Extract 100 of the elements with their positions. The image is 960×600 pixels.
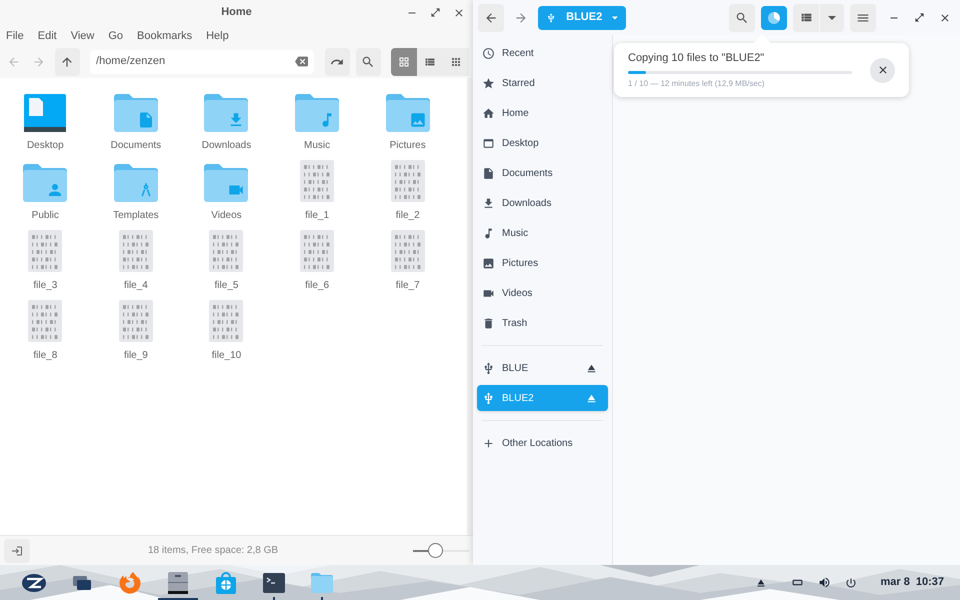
up-arrow-icon (60, 54, 74, 68)
view-mode-button[interactable] (443, 48, 470, 76)
item-label[interactable]: file_6 (305, 278, 330, 293)
zoom-slider[interactable] (413, 542, 469, 558)
search-button[interactable] (356, 48, 382, 76)
clear-icon[interactable] (294, 55, 308, 68)
item-label[interactable]: file_7 (396, 278, 420, 293)
sidebar-item[interactable]: Starred (477, 70, 608, 96)
back-icon (484, 10, 498, 24)
file-cabinet-icon (167, 572, 189, 594)
sidebar-item[interactable]: Home (477, 100, 608, 126)
browser-icon (119, 572, 141, 594)
desktop-folder-icon (23, 94, 68, 132)
compact-grid-icon (450, 56, 462, 68)
sidebar-item[interactable]: Downloads (477, 190, 608, 216)
usb-icon (546, 10, 556, 24)
image-icon (482, 256, 495, 270)
volume-icon[interactable] (818, 576, 830, 589)
sidebar-item[interactable]: Music (477, 220, 608, 246)
view-mode-button[interactable] (391, 48, 418, 76)
view-mode-button[interactable] (417, 48, 444, 76)
sidebar-item[interactable]: Videos (477, 280, 608, 306)
folder-icon (386, 94, 430, 132)
item-label[interactable]: Pictures (390, 138, 426, 153)
item-label[interactable]: Desktop (26, 138, 64, 153)
logo-icon (22, 574, 46, 592)
menu-item[interactable]: Edit (38, 28, 57, 44)
sidebar-item[interactable]: Trash (477, 310, 608, 336)
folder-icon (295, 94, 340, 132)
binary-file-icon (209, 230, 244, 272)
item-label[interactable]: Templates (113, 208, 159, 223)
folder-icon (204, 164, 248, 202)
menu-item[interactable]: View (70, 28, 94, 44)
item-label[interactable]: file_9 (124, 348, 148, 363)
document-icon (482, 166, 495, 180)
sidebar-item[interactable]: Recent (477, 40, 608, 66)
list-icon (800, 11, 812, 24)
sidebar-toggle-button[interactable] (4, 538, 30, 562)
sidebar-item[interactable]: Pictures (477, 250, 608, 276)
item-label[interactable]: Downloads (202, 138, 252, 153)
grid-icon (398, 56, 410, 68)
desktop-icon (482, 136, 495, 150)
power-icon[interactable] (844, 576, 856, 588)
home-icon (482, 106, 495, 120)
item-label[interactable]: Music (304, 138, 330, 153)
plus-icon (482, 436, 495, 450)
binary-file-icon (209, 300, 244, 342)
menu-item[interactable]: File (6, 28, 24, 44)
maximize-icon[interactable] (430, 6, 441, 18)
folder-icon (311, 572, 333, 592)
item-label[interactable]: file_10 (212, 348, 242, 363)
search-icon (735, 10, 749, 24)
item-label[interactable]: Documents (110, 138, 162, 153)
close-icon[interactable] (939, 12, 951, 24)
maximize-icon[interactable] (914, 12, 925, 22)
sidebar-item[interactable]: Documents (477, 160, 608, 186)
menu-item[interactable]: Help (206, 28, 229, 44)
item-label[interactable]: file_5 (214, 278, 238, 293)
sidebar-icon (11, 544, 23, 556)
view-button[interactable] (793, 4, 819, 32)
cancel-button[interactable] (870, 58, 895, 82)
path-field[interactable]: /home/zenzen (90, 50, 314, 74)
item-label[interactable]: file_2 (396, 208, 420, 223)
binary-file-icon (28, 300, 62, 342)
terminal-icon (263, 572, 285, 592)
view-options-button[interactable] (820, 4, 844, 32)
item-label[interactable]: file_8 (33, 348, 58, 363)
sidebar-item[interactable]: Other Locations (477, 430, 608, 456)
up-button[interactable] (54, 48, 80, 76)
clock[interactable]: mar 8 10:37 (880, 574, 944, 591)
item-label[interactable]: file_4 (124, 278, 148, 293)
binary-file-icon (118, 230, 153, 272)
toggle-button[interactable] (324, 48, 350, 76)
item-label[interactable]: Videos (211, 208, 242, 223)
caret-icon (828, 16, 836, 20)
usb-icon (482, 362, 495, 374)
clock-icon (482, 46, 495, 60)
menu-item[interactable]: Go (108, 28, 124, 44)
menu-item[interactable]: Bookmarks (137, 28, 192, 44)
search-icon (361, 54, 376, 68)
item-label[interactable]: file_1 (305, 208, 330, 223)
operations-button[interactable] (761, 6, 787, 30)
status-text: 18 items, Free space: 2,8 GB (148, 544, 278, 558)
sidebar-item[interactable]: Desktop (477, 130, 608, 156)
caret-icon (612, 16, 618, 20)
menu-button[interactable] (850, 4, 876, 32)
store-bag-icon (215, 572, 237, 594)
close-icon (876, 64, 888, 76)
item-label[interactable]: file_3 (33, 278, 58, 293)
sidebar-item[interactable]: BLUE (477, 355, 608, 381)
binary-file-icon (390, 160, 425, 202)
binary-file-icon (300, 230, 334, 272)
close-icon[interactable] (453, 6, 465, 18)
binary-file-icon (118, 300, 153, 342)
folder-icon (114, 94, 158, 132)
item-label[interactable]: Public (32, 208, 59, 223)
search-button[interactable] (729, 4, 755, 32)
back-button[interactable] (478, 4, 504, 32)
windows-icon (73, 576, 91, 590)
forward-icon[interactable] (514, 10, 528, 24)
